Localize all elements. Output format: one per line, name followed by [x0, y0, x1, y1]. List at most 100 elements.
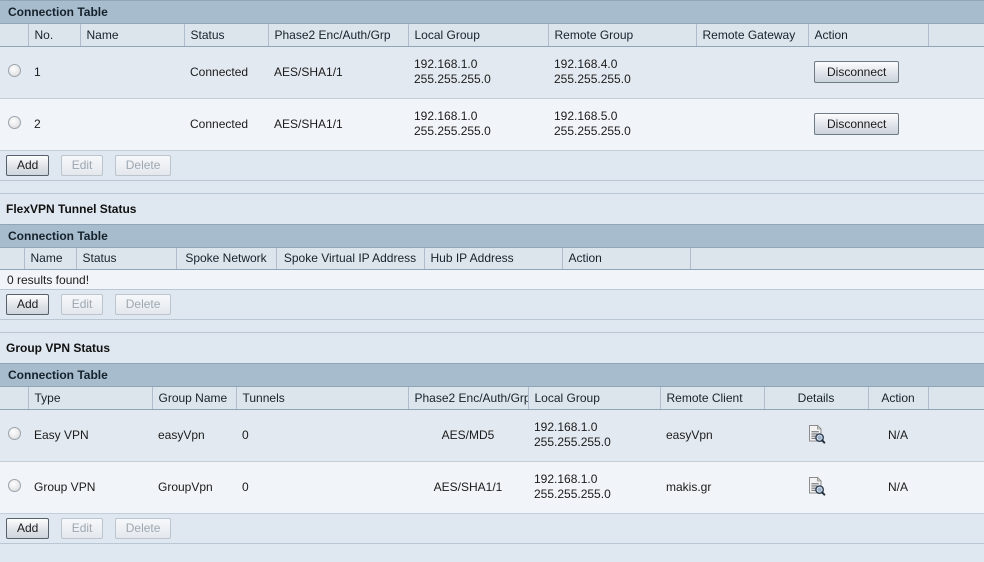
groupvpn-row-1-select-cell[interactable] [0, 409, 28, 462]
page-bottom-fill [0, 543, 984, 558]
groupvpn-status-section: Group VPN Status Connection Table Type G… [0, 332, 984, 544]
groupvpn-row-1-spare [928, 409, 984, 462]
flexvpn-col-spoke-network: Spoke Network [176, 247, 277, 270]
groupvpn-row-2-remote-client: makis.gr [660, 461, 764, 514]
vpn-row-1-select-cell[interactable] [0, 46, 28, 99]
radio-button[interactable] [7, 64, 21, 77]
groupvpn-col-phase2: Phase2 Enc/Auth/Grp [408, 387, 529, 410]
edit-button: Edit [60, 517, 104, 539]
groupvpn-row-1-details-cell[interactable] [764, 409, 868, 462]
groupvpn-col-select [0, 387, 29, 410]
disconnect-button[interactable]: Disconnect [814, 61, 900, 83]
flexvpn-col-status: Status [76, 247, 177, 270]
groupvpn-row-2-action: N/A [868, 461, 928, 514]
vpn-col-remote-group: Remote Group [548, 24, 697, 47]
add-button[interactable]: Add [6, 517, 50, 539]
groupvpn-row-2-spare [928, 461, 984, 514]
radio-button[interactable] [7, 479, 21, 492]
flexvpn-table-header-row: Name Status Spoke Network Spoke Virtual … [0, 247, 984, 270]
flexvpn-col-select [0, 247, 25, 270]
vpn-col-phase2: Phase2 Enc/Auth/Grp [268, 24, 409, 47]
groupvpn-row-2-local-mask: 255.255.255.0 [534, 487, 611, 501]
vpn-col-local-group: Local Group [408, 24, 549, 47]
flexvpn-section-title: FlexVPN Tunnel Status [0, 192, 984, 224]
vpn-row-2-status: Connected [184, 98, 268, 151]
vpn-col-no: No. [28, 24, 81, 47]
table-row[interactable]: Easy VPN easyVpn 0 AES/MD5 192.168.1.0 2… [0, 409, 984, 462]
vpn-col-name: Name [80, 24, 185, 47]
groupvpn-row-1-type: Easy VPN [28, 409, 152, 462]
vpn-table-caption: Connection Table [0, 0, 984, 24]
flexvpn-col-name: Name [24, 247, 77, 270]
vpn-col-spare [928, 24, 984, 47]
vpn-status-section: Connection Table No. Name Status Phase2 … [0, 0, 984, 181]
flexvpn-empty-message: 0 results found! [0, 270, 984, 290]
groupvpn-row-2-tunnels: 0 [236, 461, 408, 514]
table-row[interactable]: 2 Connected AES/SHA1/1 192.168.1.0 255.2… [0, 98, 984, 151]
vpn-row-2-remote-gateway [696, 98, 808, 151]
add-button[interactable]: Add [6, 154, 50, 176]
groupvpn-table-header-row: Type Group Name Tunnels Phase2 Enc/Auth/… [0, 387, 984, 410]
vpn-table-buttonbar: Add Edit Delete [0, 150, 984, 181]
flexvpn-connection-table: Name Status Spoke Network Spoke Virtual … [0, 247, 984, 270]
flexvpn-table-caption: Connection Table [0, 223, 984, 248]
vpn-col-select [0, 24, 29, 47]
vpn-row-1-name [80, 46, 184, 99]
vpn-row-2-local-ip: 192.168.1.0 [414, 109, 478, 123]
vpn-row-2-name [80, 98, 184, 151]
vpn-row-2-select-cell[interactable] [0, 98, 28, 151]
vpn-col-action: Action [808, 24, 929, 47]
vpn-table-header-row: No. Name Status Phase2 Enc/Auth/Grp Loca… [0, 24, 984, 47]
section-gap-1 [0, 180, 984, 193]
vpn-row-2-remote-group: 192.168.5.0 255.255.255.0 [548, 98, 696, 151]
flexvpn-status-section: FlexVPN Tunnel Status Connection Table N… [0, 192, 984, 320]
groupvpn-row-2-phase2: AES/SHA1/1 [408, 461, 528, 514]
delete-button: Delete [114, 517, 172, 539]
edit-button: Edit [60, 294, 104, 315]
groupvpn-col-remote-client: Remote Client [660, 387, 765, 410]
groupvpn-col-action: Action [868, 387, 929, 410]
vpn-row-2-local-mask: 255.255.255.0 [414, 124, 491, 138]
flexvpn-col-hub-ip: Hub IP Address [424, 247, 563, 270]
groupvpn-section-title: Group VPN Status [0, 332, 984, 363]
document-search-icon[interactable] [806, 476, 826, 496]
delete-button: Delete [114, 154, 172, 176]
vpn-row-1-local-mask: 255.255.255.0 [414, 72, 491, 86]
groupvpn-row-1-local-mask: 255.255.255.0 [534, 435, 611, 449]
vpn-row-1-phase2: AES/SHA1/1 [268, 46, 408, 99]
flexvpn-col-spoke-virtual-ip: Spoke Virtual IP Address [276, 247, 425, 270]
vpn-col-status: Status [184, 24, 269, 47]
edit-button: Edit [60, 154, 104, 176]
groupvpn-row-2-local-group: 192.168.1.0 255.255.255.0 [528, 461, 660, 514]
vpn-row-2-local-group: 192.168.1.0 255.255.255.0 [408, 98, 548, 151]
groupvpn-row-1-local-ip: 192.168.1.0 [534, 420, 598, 434]
vpn-connection-table: No. Name Status Phase2 Enc/Auth/Grp Loca… [0, 24, 984, 151]
radio-button[interactable] [7, 427, 21, 440]
document-search-icon[interactable] [806, 424, 826, 444]
flexvpn-col-spare [690, 247, 984, 270]
groupvpn-row-1-local-group: 192.168.1.0 255.255.255.0 [528, 409, 660, 462]
groupvpn-row-1-remote-client: easyVpn [660, 409, 764, 462]
groupvpn-col-group-name: Group Name [152, 387, 237, 410]
disconnect-button[interactable]: Disconnect [814, 113, 900, 135]
vpn-row-1-local-group: 192.168.1.0 255.255.255.0 [408, 46, 548, 99]
groupvpn-row-2-local-ip: 192.168.1.0 [534, 472, 598, 486]
radio-button[interactable] [7, 116, 21, 129]
table-row[interactable]: 1 Connected AES/SHA1/1 192.168.1.0 255.2… [0, 46, 984, 99]
add-button[interactable]: Add [6, 294, 50, 315]
table-row[interactable]: Group VPN GroupVpn 0 AES/SHA1/1 192.168.… [0, 461, 984, 514]
vpn-row-1-remote-gateway [696, 46, 808, 99]
groupvpn-row-2-details-cell[interactable] [764, 461, 868, 514]
flexvpn-col-action: Action [562, 247, 691, 270]
groupvpn-col-local-group: Local Group [528, 387, 661, 410]
vpn-row-2-remote-mask: 255.255.255.0 [554, 124, 631, 138]
vpn-row-1-status: Connected [184, 46, 268, 99]
groupvpn-row-1-group-name: easyVpn [152, 409, 236, 462]
vpn-row-1-remote-ip: 192.168.4.0 [554, 57, 618, 71]
section-gap-2 [0, 320, 984, 332]
vpn-row-2-no: 2 [28, 98, 80, 151]
groupvpn-row-1-tunnels: 0 [236, 409, 408, 462]
groupvpn-row-2-select-cell[interactable] [0, 461, 28, 514]
groupvpn-table-caption: Connection Table [0, 363, 984, 387]
vpn-row-1-no: 1 [28, 46, 80, 99]
